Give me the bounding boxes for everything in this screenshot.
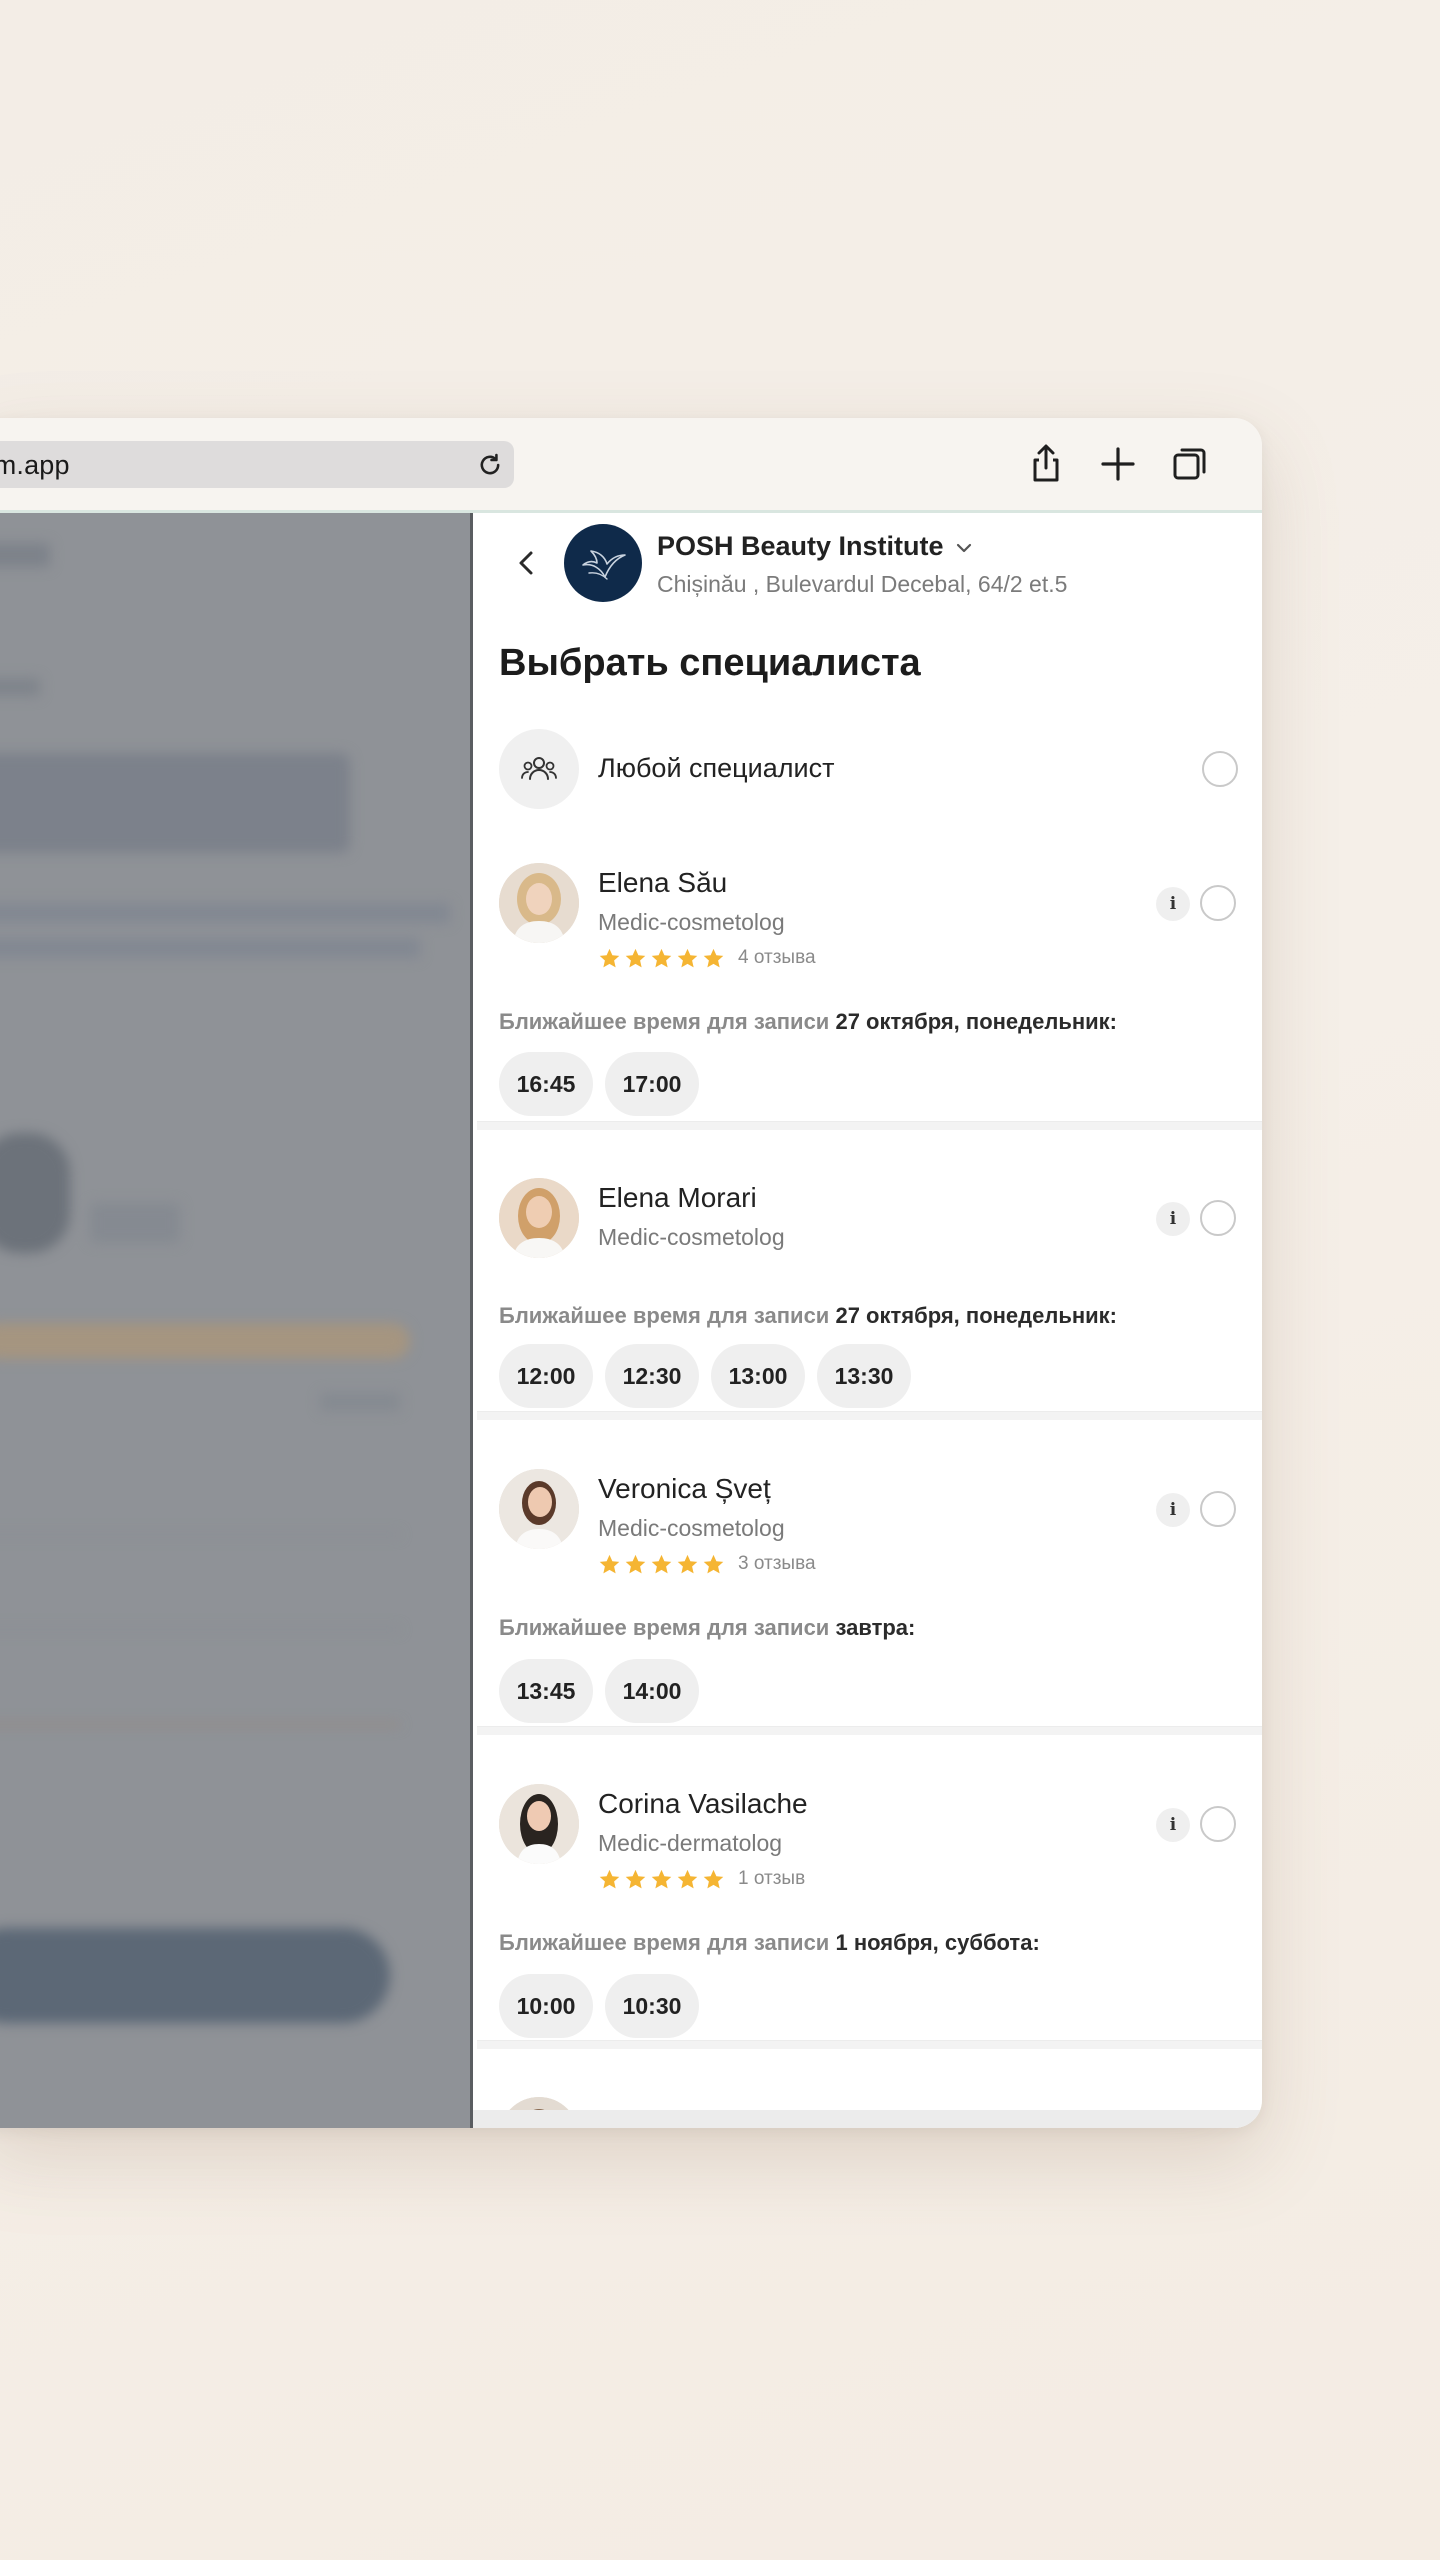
review-count: 1 отзыв xyxy=(738,1868,806,1889)
time-slot[interactable]: 14:00 xyxy=(605,1659,699,1723)
specialist-radio[interactable] xyxy=(1200,1806,1236,1842)
specialist-role: Medic-cosmetolog xyxy=(598,1224,785,1250)
time-slots: 12:00 12:30 13:00 13:30 xyxy=(499,1344,911,1408)
specialist-card[interactable]: Corina Vasilache Medic-dermatolog 1 отзы… xyxy=(499,1784,1258,2044)
star-icon xyxy=(677,1554,698,1573)
specialist-avatar xyxy=(499,1178,579,1258)
specialist-radio[interactable] xyxy=(1200,1491,1236,1527)
any-specialist-option[interactable]: Любой специалист xyxy=(499,729,1238,809)
time-slot[interactable]: 13:00 xyxy=(711,1344,805,1408)
info-icon[interactable]: i xyxy=(1156,1493,1190,1527)
info-icon[interactable]: i xyxy=(1156,887,1190,921)
any-specialist-radio[interactable] xyxy=(1202,751,1238,787)
nearest-date: 1 ноября, суббота: xyxy=(835,1930,1040,1955)
time-slot[interactable]: 10:30 xyxy=(605,1974,699,2038)
nearest-prefix: Ближайшее время для записи xyxy=(499,1009,830,1034)
star-icon xyxy=(625,1554,646,1573)
specialist-radio[interactable] xyxy=(1200,885,1236,921)
star-icon xyxy=(651,1869,672,1888)
specialist-name: Elena Său xyxy=(598,867,728,898)
time-slot[interactable]: 12:30 xyxy=(605,1344,699,1408)
nearest-date: 27 октября, понедельник: xyxy=(835,1009,1118,1034)
time-slot[interactable]: 17:00 xyxy=(605,1052,699,1116)
specialist-avatar xyxy=(499,863,579,943)
time-slot[interactable]: 10:00 xyxy=(499,1974,593,2038)
page-title: Выбрать специалиста xyxy=(499,642,921,684)
card-divider xyxy=(477,1411,1262,1420)
rating-stars: 4 отзыва xyxy=(598,945,816,971)
rating-stars: 1 отзыв xyxy=(598,1866,805,1892)
specialist-avatar xyxy=(499,1469,579,1549)
info-icon[interactable]: i xyxy=(1156,1202,1190,1236)
chevron-down-icon[interactable] xyxy=(953,537,975,559)
plus-icon[interactable] xyxy=(1094,440,1142,488)
card-divider xyxy=(477,1726,1262,1735)
review-count: 4 отзыва xyxy=(738,947,816,968)
bird-logo-icon xyxy=(582,550,626,580)
salon-logo xyxy=(564,524,642,602)
star-icon xyxy=(703,1554,724,1573)
specialist-name: Corina Vasilache xyxy=(598,1788,808,1819)
nearest-prefix: Ближайшее время для записи xyxy=(499,1615,830,1640)
browser-window: ym.app xyxy=(0,418,1262,2128)
star-icon xyxy=(677,948,698,967)
nearest-time-text: Ближайшее время для записи 27 октября, п… xyxy=(499,1009,1117,1035)
time-slot[interactable]: 13:45 xyxy=(499,1659,593,1723)
time-slot[interactable]: 13:30 xyxy=(817,1344,911,1408)
specialist-role: Medic-dermatolog xyxy=(598,1830,783,1856)
nearest-time-text: Ближайшее время для записи 1 ноября, суб… xyxy=(499,1930,1040,1956)
booking-panel: POSH Beauty Institute Chișinău , Bulevar… xyxy=(473,513,1262,2128)
nearest-time-text: Ближайшее время для записи завтра: xyxy=(499,1615,915,1641)
url-text: ym.app xyxy=(0,450,70,480)
any-specialist-label: Любой специалист xyxy=(598,753,835,783)
nearest-date: завтра: xyxy=(835,1615,916,1640)
star-icon xyxy=(599,948,620,967)
specialist-avatar xyxy=(499,1784,579,1864)
nearest-prefix: Ближайшее время для записи xyxy=(499,1303,830,1328)
blurred-background-content xyxy=(0,513,470,2128)
browser-toolbar: ym.app xyxy=(0,418,1262,513)
tabs-icon[interactable] xyxy=(1166,440,1214,488)
nearest-prefix: Ближайшее время для записи xyxy=(499,1930,830,1955)
specialist-card[interactable]: Veronica Șveț Medic-cosmetolog 3 отзыва … xyxy=(499,1469,1258,1729)
nearest-time-text: Ближайшее время для записи 27 октября, п… xyxy=(499,1303,1117,1329)
time-slots: 13:45 14:00 xyxy=(499,1659,699,1723)
star-icon xyxy=(677,1869,698,1888)
salon-name[interactable]: POSH Beauty Institute xyxy=(657,531,944,562)
share-icon[interactable] xyxy=(1022,440,1070,488)
star-icon xyxy=(599,1554,620,1573)
time-slot[interactable]: 16:45 xyxy=(499,1052,593,1116)
reload-icon[interactable] xyxy=(476,451,504,479)
time-slot[interactable]: 12:00 xyxy=(499,1344,593,1408)
specialist-card[interactable]: Elena Morari Medic-cosmetolog i Ближайше… xyxy=(499,1178,1258,1408)
background-page-overlay[interactable] xyxy=(0,513,470,2128)
panel-header: POSH Beauty Institute Chișinău , Bulevar… xyxy=(473,513,1262,613)
star-icon xyxy=(625,1869,646,1888)
star-icon xyxy=(599,1869,620,1888)
star-icon xyxy=(703,948,724,967)
card-divider xyxy=(477,1121,1262,1130)
review-count: 3 отзыва xyxy=(738,1553,816,1574)
salon-address: Chișinău , Bulevardul Decebal, 64/2 et.5 xyxy=(657,571,1068,597)
time-slots: 16:45 17:00 xyxy=(499,1052,699,1116)
star-icon xyxy=(651,1554,672,1573)
specialist-radio[interactable] xyxy=(1200,1200,1236,1236)
card-divider xyxy=(477,2040,1262,2049)
nearest-date: 27 октября, понедельник: xyxy=(835,1303,1118,1328)
group-icon xyxy=(499,729,579,809)
specialist-card[interactable]: Elena Său Medic-cosmetolog 4 отзыва i Бл… xyxy=(499,863,1258,1123)
star-icon xyxy=(651,948,672,967)
rating-stars: 3 отзыва xyxy=(598,1551,816,1577)
specialist-role: Medic-cosmetolog xyxy=(598,909,785,935)
info-icon[interactable]: i xyxy=(1156,1808,1190,1842)
specialist-name: Veronica Șveț xyxy=(598,1473,771,1504)
address-bar[interactable]: ym.app xyxy=(0,441,514,488)
time-slots: 10:00 10:30 xyxy=(499,1974,699,2038)
specialist-role: Medic-cosmetolog xyxy=(598,1515,785,1541)
specialist-name: Elena Morari xyxy=(598,1182,757,1213)
star-icon xyxy=(625,948,646,967)
star-icon xyxy=(703,1869,724,1888)
back-arrow-icon[interactable] xyxy=(509,545,545,581)
bottom-scroll-bar xyxy=(473,2110,1262,2128)
